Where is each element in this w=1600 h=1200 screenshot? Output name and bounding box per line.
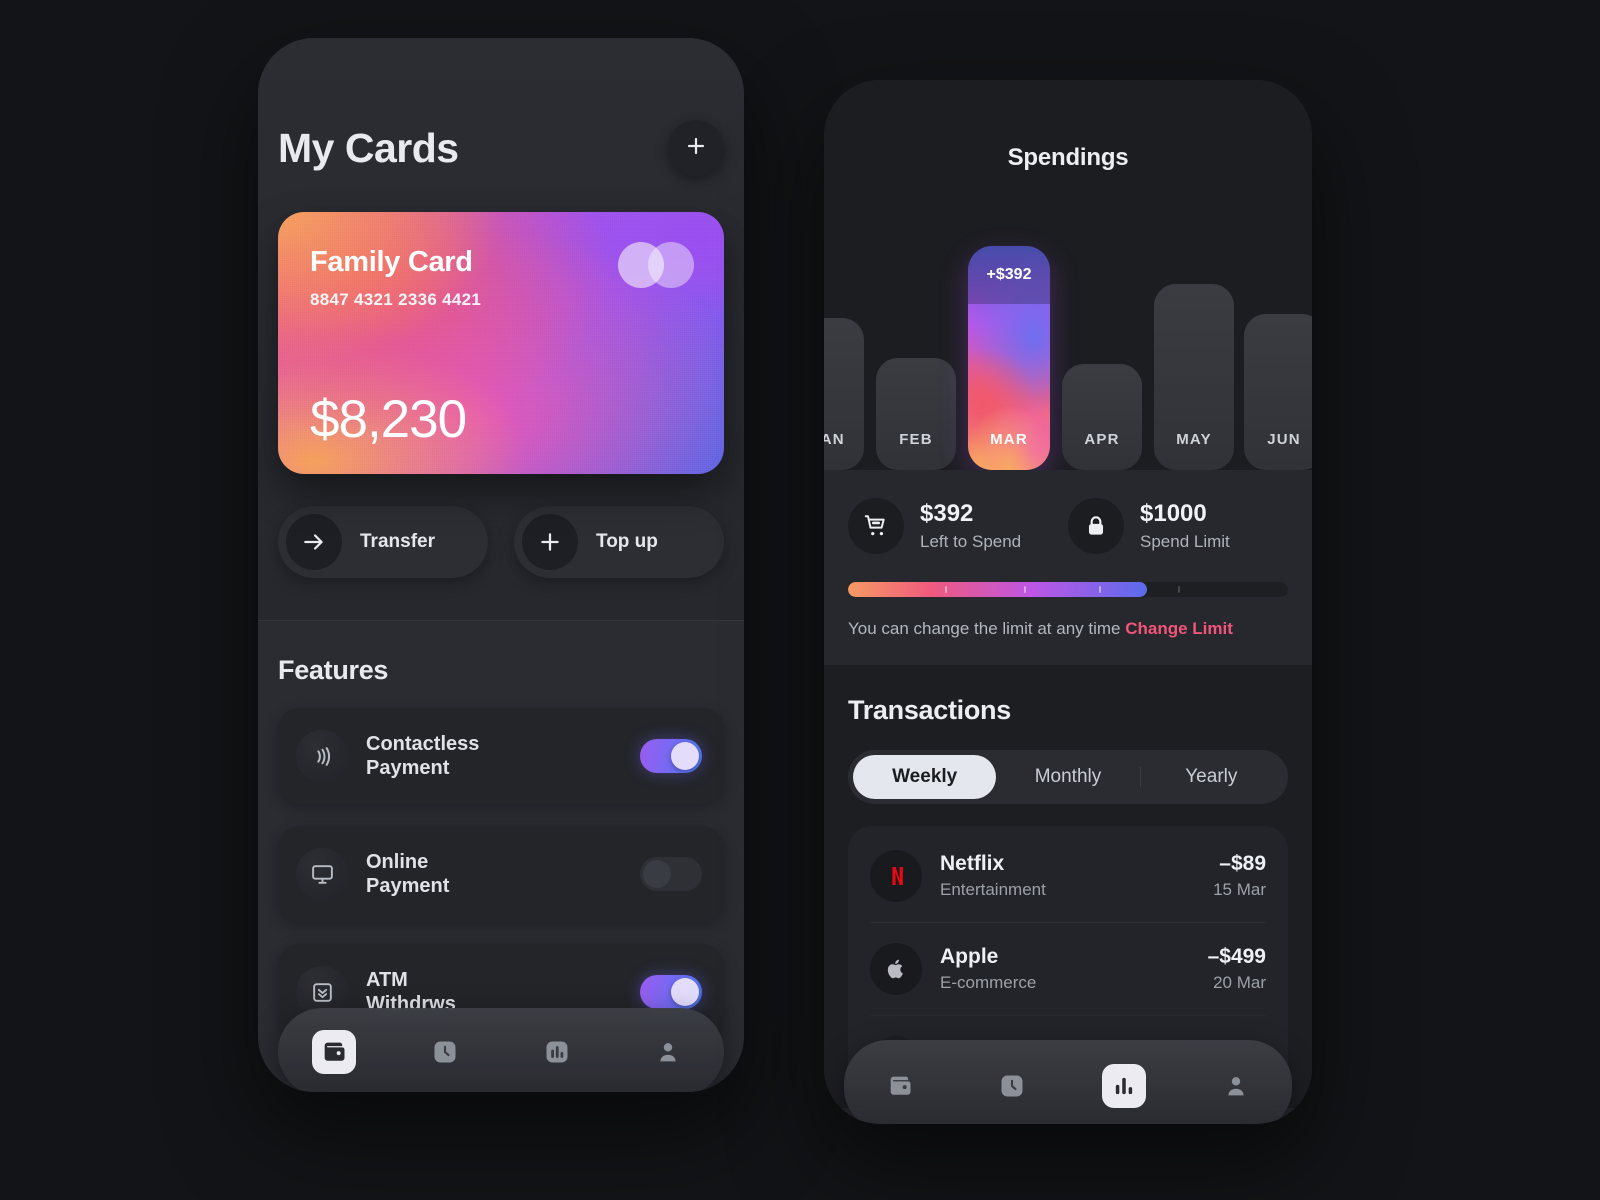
transaction-name: Apple (940, 945, 999, 968)
card-number: 8847 4321 2336 4421 (310, 290, 482, 309)
monitor-icon (296, 848, 348, 900)
transaction-date: 20 Mar (1213, 973, 1266, 992)
bar-may[interactable]: MAY (1154, 284, 1234, 470)
mastercard-icon (618, 242, 694, 288)
transactions-tabs: Weekly Monthly Yearly (848, 750, 1288, 804)
canvas: My Cards Family Card 8847 4321 2336 4421… (0, 0, 1600, 1200)
spend-progress-bar[interactable] (848, 582, 1288, 597)
tab-weekly[interactable]: Weekly (853, 755, 997, 799)
nav-wallet[interactable] (878, 1064, 922, 1108)
table-row[interactable]: Apple E-commerce –$499 20 Mar (870, 922, 1266, 1015)
phone-right: Spendings JAN FEB +$392 MAR APR MAY (824, 80, 1312, 1124)
feature-line2: Payment (366, 875, 450, 897)
spendings-bar-chart: JAN FEB +$392 MAR APR MAY JUN (824, 210, 1312, 470)
plus-icon (684, 134, 708, 163)
spend-limit-value: $1000 (1140, 500, 1207, 527)
feature-row-online[interactable]: Online Payment (278, 826, 724, 922)
bottom-nav-left (278, 1008, 724, 1092)
bar-label: JAN (824, 431, 845, 448)
nav-person[interactable] (1214, 1064, 1258, 1108)
feature-line1: Online (366, 850, 429, 873)
bar-jan[interactable]: JAN (824, 318, 864, 470)
card-actions: Transfer Top up (278, 506, 724, 578)
tab-yearly[interactable]: Yearly (1140, 755, 1283, 799)
nav-clock[interactable] (990, 1064, 1034, 1108)
spend-limit: $1000 Spend Limit (1068, 498, 1288, 554)
bar-label: JUN (1267, 431, 1301, 448)
transaction-amount: –$89 (1219, 852, 1266, 875)
toggle-online[interactable] (640, 857, 702, 891)
lock-icon (1068, 498, 1124, 554)
nav-wallet[interactable] (311, 1030, 356, 1074)
toggle-contactless[interactable] (640, 739, 702, 773)
feature-line1: Contactless (366, 732, 480, 755)
arrow-right-icon (286, 514, 342, 570)
limit-note-text: You can change the limit at any time (848, 619, 1126, 638)
credit-card[interactable]: Family Card 8847 4321 2336 4421 $8,230 (278, 212, 724, 474)
left-to-spend-value: $392 (920, 500, 974, 527)
topup-button[interactable]: Top up (514, 506, 724, 578)
page-title: My Cards (278, 124, 459, 171)
card-balance: $8,230 (310, 390, 467, 449)
bar-jun[interactable]: JUN (1244, 314, 1312, 470)
spend-limit-section: $392 Left to Spend $1000 Spend Limit You… (824, 470, 1312, 665)
feature-label: Online Payment (366, 850, 622, 899)
plus-icon (522, 514, 578, 570)
limit-note: You can change the limit at any time Cha… (848, 619, 1288, 639)
netflix-icon (870, 850, 922, 902)
phone-left: My Cards Family Card 8847 4321 2336 4421… (258, 38, 744, 1092)
nav-person[interactable] (646, 1030, 690, 1074)
transaction-category: E-commerce (940, 973, 1037, 992)
bar-label: MAY (1176, 431, 1212, 448)
bottom-nav-right (844, 1040, 1292, 1124)
features-title: Features (278, 655, 389, 685)
bar-label: FEB (899, 431, 933, 448)
spendings-section: Spendings JAN FEB +$392 MAR APR MAY (824, 80, 1312, 470)
change-limit-link[interactable]: Change Limit (1125, 619, 1233, 638)
topup-label: Top up (596, 531, 658, 552)
feature-row-contactless[interactable]: Contactless Payment (278, 708, 724, 804)
bar-label: MAR (990, 431, 1028, 448)
transaction-name: Netflix (940, 852, 1005, 875)
toggle-atm[interactable] (640, 975, 702, 1009)
transaction-category: Entertainment (940, 880, 1046, 899)
spend-progress-fill (848, 582, 1148, 597)
transactions-title: Transactions (848, 695, 1011, 725)
left-to-spend: $392 Left to Spend (848, 498, 1068, 554)
transaction-amount: –$499 (1207, 945, 1266, 968)
transaction-date: 15 Mar (1213, 880, 1266, 899)
add-card-button[interactable] (668, 120, 724, 176)
feature-line1: ATM (366, 968, 408, 991)
apple-icon (870, 943, 922, 995)
left-to-spend-label: Left to Spend (920, 532, 1022, 551)
spend-limit-label: Spend Limit (1140, 532, 1230, 551)
nav-chart[interactable] (1102, 1064, 1146, 1108)
header: My Cards (278, 38, 724, 176)
bar-mar[interactable]: +$392 MAR (968, 246, 1050, 470)
cards-pane: My Cards Family Card 8847 4321 2336 4421… (258, 38, 744, 620)
table-row[interactable]: Netflix Entertainment –$89 15 Mar (870, 830, 1266, 922)
contactless-icon (296, 730, 348, 782)
bar-value-tooltip: +$392 (968, 246, 1050, 304)
feature-label: Contactless Payment (366, 732, 622, 781)
feature-line2: Payment (366, 757, 450, 779)
bar-apr[interactable]: APR (1062, 364, 1142, 470)
bar-feb[interactable]: FEB (876, 358, 956, 470)
nav-clock[interactable] (423, 1030, 467, 1074)
bar-label: APR (1084, 431, 1120, 448)
tab-monthly[interactable]: Monthly (996, 755, 1139, 799)
shopping-cart-icon (848, 498, 904, 554)
transfer-button[interactable]: Transfer (278, 506, 488, 578)
nav-chart[interactable] (535, 1030, 579, 1074)
tab-separator (1140, 767, 1142, 787)
transfer-label: Transfer (360, 531, 435, 552)
spendings-title: Spendings (1007, 144, 1129, 171)
